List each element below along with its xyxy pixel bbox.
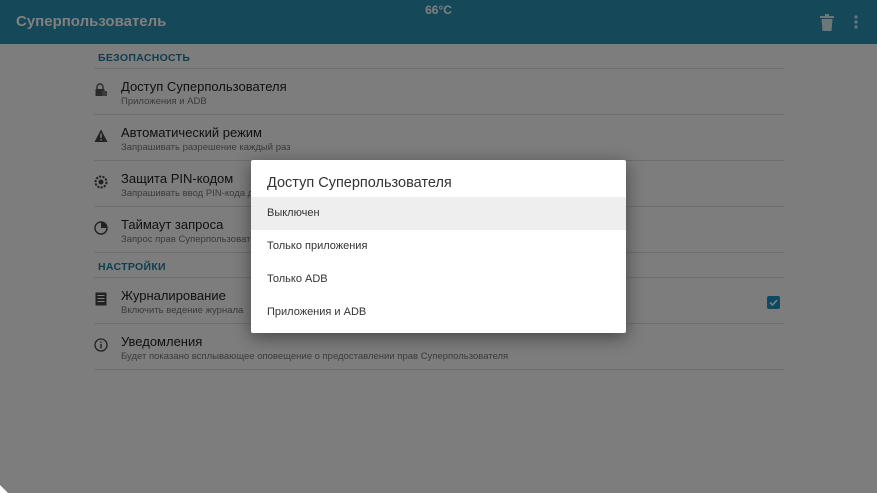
dialog-option-disabled[interactable]: Выключен <box>251 197 626 230</box>
mouse-cursor-icon <box>0 485 8 493</box>
dialog-option-apps-only[interactable]: Только приложения <box>251 230 626 263</box>
dialog-option-apps-and-adb[interactable]: Приложения и ADB <box>251 296 626 329</box>
dialog-title: Доступ Суперпользователя <box>267 175 452 191</box>
superuser-access-dialog: Доступ Суперпользователя Выключен Только… <box>251 160 626 333</box>
dialog-option-adb-only[interactable]: Только ADB <box>251 263 626 296</box>
